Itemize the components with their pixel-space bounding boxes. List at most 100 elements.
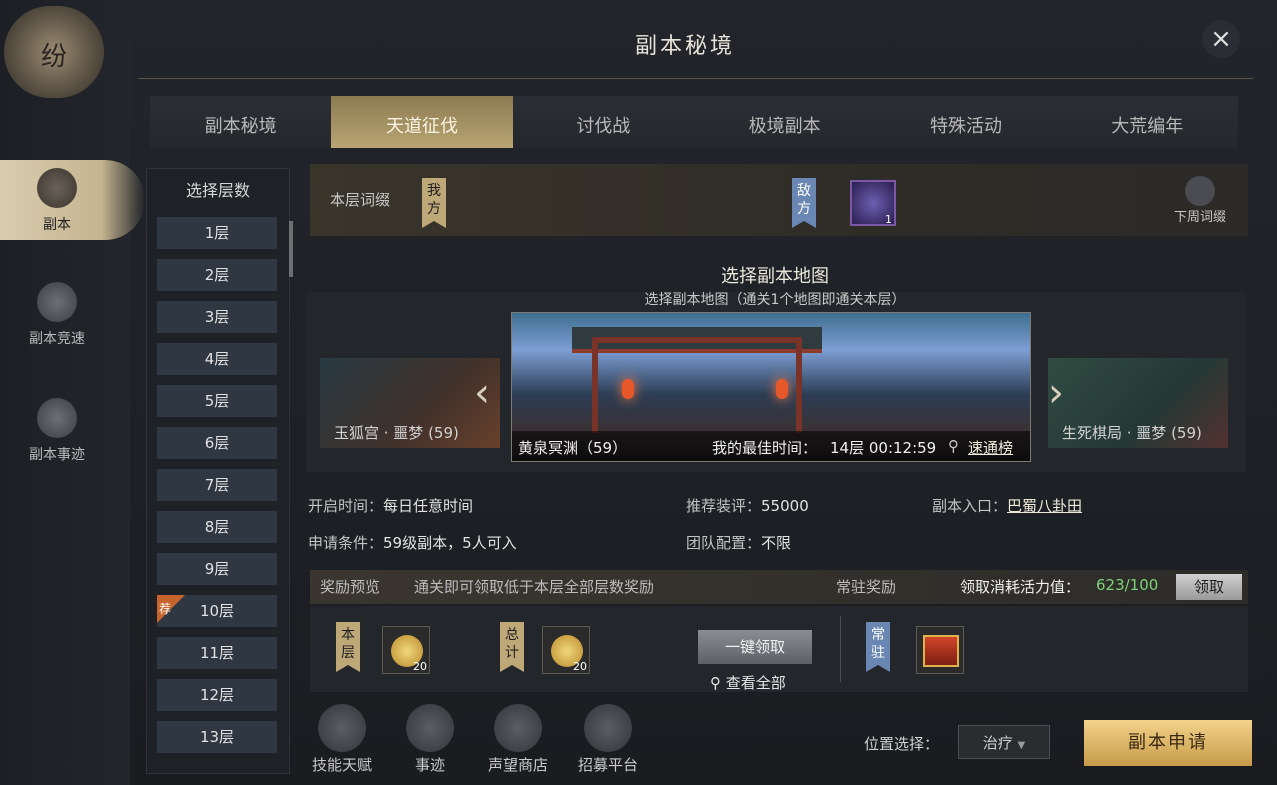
nav-item-dungeon[interactable]: 副本 — [2, 168, 112, 234]
floor-item[interactable]: 3层 — [157, 301, 277, 333]
resident-reward-label: 常驻奖励 — [836, 578, 897, 596]
nav-item-dungeon-deeds[interactable]: 副本事迹 — [2, 398, 112, 464]
recommended-badge: 荐 — [157, 595, 185, 623]
chevron-left-icon[interactable]: ‹ — [474, 370, 490, 416]
func-label: 技能天赋 — [311, 756, 372, 774]
resident-reward-tag: 常驻 — [866, 622, 890, 672]
tab-bar: 副本秘境 天道征伐 讨伐战 极境副本 特殊活动 大荒编年 — [150, 96, 1238, 148]
floor-item[interactable]: 1层 — [157, 217, 277, 249]
map-center-name: 黄泉冥渊（59） — [518, 439, 628, 457]
floor-item[interactable]: 5层 — [157, 385, 277, 417]
team-value: 不限 — [761, 534, 792, 552]
entrance-link[interactable]: 巴蜀八卦田 — [1007, 497, 1082, 515]
reward-divider — [840, 616, 841, 682]
best-time-label: 我的最佳时间： — [712, 439, 818, 457]
floor-item[interactable]: 8层 — [157, 511, 277, 543]
nav-label: 副本 — [43, 217, 71, 233]
resident-reward-item[interactable] — [916, 626, 964, 674]
dungeon-race-icon — [37, 282, 77, 322]
dungeon-entrance: 副本入口：巴蜀八卦田 — [932, 495, 1082, 516]
floor-item[interactable]: 6层 — [157, 427, 277, 459]
map-main-preview[interactable]: 黄泉冥渊（59） 我的最佳时间： 14层 00:12:59 ⚲ 速通榜 — [511, 312, 1031, 462]
func-label: 事迹 — [414, 756, 445, 774]
reward-preview-desc: 通关即可领取低于本层全部层数奖励 — [414, 578, 655, 596]
reward-box: 本层 20 总计 20 一键领取 ⚲ 查看全部 常驻 — [310, 606, 1248, 692]
view-all-button[interactable]: ⚲ 查看全部 — [710, 672, 786, 693]
position-label: 位置选择： — [864, 735, 940, 753]
nav-label: 副本事迹 — [29, 447, 85, 463]
floor-item[interactable]: 12层 — [157, 679, 277, 711]
floor-list: 选择层数 1层 2层 3层 4层 5层 6层 7层 8层 9层 荐 10层 11… — [146, 168, 293, 774]
floor-item[interactable]: 7层 — [157, 469, 277, 501]
tab-dungeon-realm[interactable]: 副本秘境 — [150, 96, 331, 148]
func-label: 声望商店 — [487, 756, 548, 774]
map-caption-bar: 黄泉冥渊（59） 我的最佳时间： 14层 00:12:59 ⚲ 速通榜 — [512, 431, 1030, 461]
skill-talent-icon — [318, 704, 366, 752]
enemy-affix-skill-icon[interactable]: 1 — [850, 180, 896, 226]
dungeon-window: 纷 副本 副本竞速 副本事迹 副本秘境 × 副本秘境 天道征伐 讨伐战 极境副本… — [0, 0, 1277, 785]
vitality-value: 623/100 — [1096, 576, 1159, 594]
skill-count: 1 — [885, 213, 892, 226]
dungeon-icon — [37, 168, 77, 208]
nav-label: 副本竞速 — [29, 331, 85, 347]
floor-scrollbar[interactable] — [289, 221, 293, 277]
position-value: 治疗 — [982, 734, 1013, 752]
left-nav: 纷 副本 副本竞速 副本事迹 — [0, 0, 145, 785]
lantern — [622, 379, 634, 399]
floor-item[interactable]: 11层 — [157, 637, 277, 669]
next-week-label: 下周词缀 — [1173, 210, 1226, 225]
recruit-platform-button[interactable]: 招募平台 — [572, 704, 644, 775]
map-right-name: 生死棋局 · 噩梦 (59) — [1062, 424, 1202, 442]
best-time-value: 14层 00:12:59 — [830, 439, 937, 457]
apply-dungeon-button[interactable]: 副本申请 — [1084, 720, 1252, 766]
next-week-affix-button[interactable]: 下周词缀 — [1172, 176, 1228, 225]
item-count: 20 — [573, 660, 587, 673]
close-icon: × — [1210, 24, 1232, 54]
reputation-shop-button[interactable]: 声望商店 — [482, 704, 554, 775]
tab-special-events[interactable]: 特殊活动 — [875, 96, 1056, 148]
tab-wilderness-chronicle[interactable]: 大荒编年 — [1057, 96, 1238, 148]
enemy-side-flag: 敌方 — [792, 178, 816, 228]
team-key: 团队配置： — [686, 534, 762, 552]
total-reward-item[interactable]: 20 — [542, 626, 590, 674]
recommended-badge-text: 荐 — [159, 602, 172, 616]
team-config: 团队配置：不限 — [686, 532, 791, 553]
dungeon-deeds-icon — [37, 398, 77, 438]
affix-bar: 本层词缀 我方 敌方 1 下周词缀 — [310, 164, 1248, 236]
skill-talent-button[interactable]: 技能天赋 — [306, 704, 378, 775]
header-divider — [138, 78, 1253, 79]
reward-header-bar: 奖励预览 通关即可领取低于本层全部层数奖励 常驻奖励 领取消耗活力值： 623/… — [310, 570, 1248, 604]
tab-heavenly-conquest[interactable]: 天道征伐 — [331, 96, 513, 148]
nav-item-dungeon-race[interactable]: 副本竞速 — [2, 282, 112, 348]
reward-preview-label: 奖励预览 — [320, 578, 381, 596]
entrance-key: 副本入口： — [932, 497, 1008, 515]
chevron-right-icon[interactable]: › — [1048, 370, 1064, 416]
open-time-value: 每日任意时间 — [383, 497, 474, 515]
recommended-gear: 推荐装评：55000 — [686, 495, 809, 516]
tab-crusade[interactable]: 讨伐战 — [513, 96, 694, 148]
deeds-button[interactable]: 事迹 — [394, 704, 466, 775]
floor-item-recommended[interactable]: 荐 10层 — [157, 595, 277, 627]
floor-reward-item[interactable]: 20 — [382, 626, 430, 674]
vitality-label: 领取消耗活力值： — [960, 578, 1081, 596]
map-left-name: 玉狐宫 · 噩梦 (59) — [334, 424, 459, 442]
close-button[interactable]: × — [1202, 20, 1240, 58]
claim-button[interactable]: 领取 — [1176, 574, 1242, 600]
treasure-chest-icon — [923, 635, 959, 667]
tab-extreme-dungeon[interactable]: 极境副本 — [694, 96, 875, 148]
position-select[interactable]: 治疗 ▼ — [958, 725, 1050, 759]
logo-text: 纷 — [40, 42, 67, 72]
search-icon: ⚲ — [948, 437, 959, 455]
gear-key: 推荐装评： — [686, 497, 762, 515]
item-count: 20 — [413, 660, 427, 673]
speedrun-rank-link[interactable]: 速通榜 — [968, 437, 1013, 458]
one-click-claim-button[interactable]: 一键领取 — [698, 630, 812, 664]
floor-item[interactable]: 9层 — [157, 553, 277, 585]
our-side-flag: 我方 — [422, 178, 446, 228]
floor-label: 10层 — [199, 602, 235, 620]
view-all-label: 查看全部 — [725, 674, 786, 692]
floor-reward-tag: 本层 — [336, 622, 360, 672]
floor-item[interactable]: 4层 — [157, 343, 277, 375]
floor-item[interactable]: 13层 — [157, 721, 277, 753]
floor-item[interactable]: 2层 — [157, 259, 277, 291]
